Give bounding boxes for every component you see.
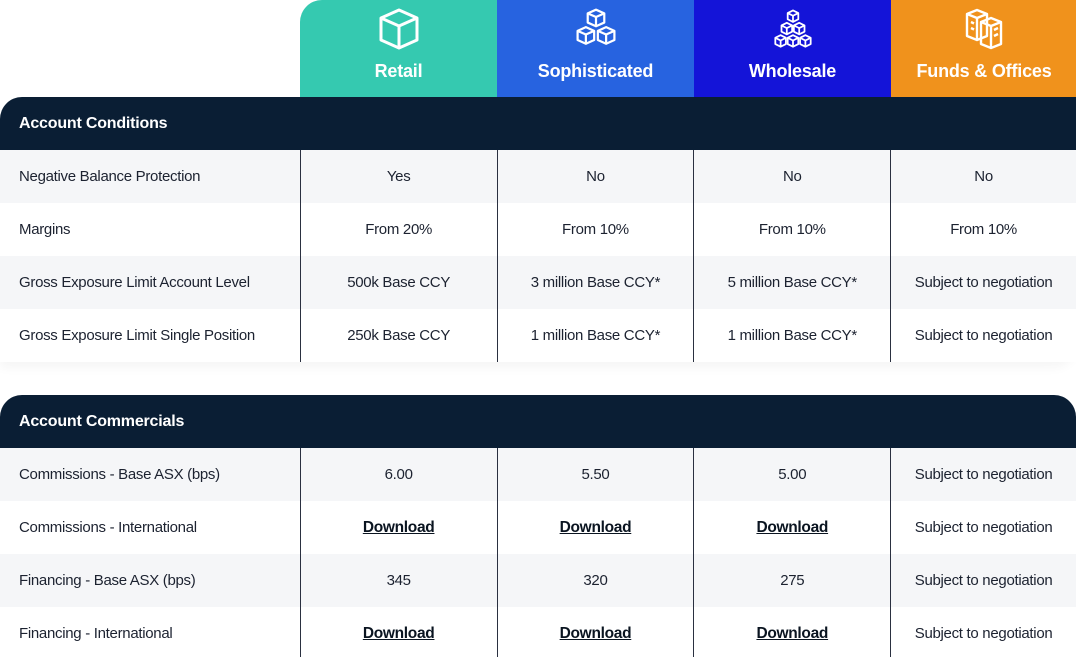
- conditions-table: Negative Balance Protection Yes No No No…: [0, 150, 1076, 362]
- row-label: Gross Exposure Limit Account Level: [19, 274, 250, 291]
- cell-value: From 10%: [693, 203, 890, 256]
- row-label: Commissions - International: [19, 519, 197, 536]
- cell-value: No: [890, 150, 1076, 203]
- table-row: Financing - International Download Downl…: [0, 607, 1076, 657]
- download-link-wholesale[interactable]: Download: [756, 625, 828, 643]
- six-cubes-icon: [770, 6, 816, 52]
- row-label: Commissions - Base ASX (bps): [19, 466, 220, 483]
- row-label: Negative Balance Protection: [19, 168, 201, 185]
- download-link-wholesale[interactable]: Download: [756, 519, 828, 537]
- table-row: Margins From 20% From 10% From 10% From …: [0, 203, 1076, 256]
- building-cubes-icon: [961, 6, 1007, 52]
- table-row: Commissions - Base ASX (bps) 6.00 5.50 5…: [0, 448, 1076, 501]
- cell-value: Subject to negotiation: [890, 607, 1076, 657]
- three-cubes-icon: [573, 6, 619, 52]
- download-link-sophisticated[interactable]: Download: [560, 519, 632, 537]
- cell-value: Subject to negotiation: [890, 309, 1076, 362]
- cell-value: From 10%: [496, 203, 694, 256]
- column-header-label: Retail: [374, 61, 423, 81]
- cell-value: Subject to negotiation: [890, 448, 1076, 501]
- cell-value: Yes: [299, 150, 497, 203]
- cell-value: 275: [693, 554, 890, 607]
- cell-value: 250k Base CCY: [299, 309, 497, 362]
- cell-value: Download: [693, 607, 890, 657]
- cell-value: From 20%: [299, 203, 497, 256]
- cell-value: Subject to negotiation: [890, 256, 1076, 309]
- cell-value: 500k Base CCY: [299, 256, 497, 309]
- cell-value: Download: [496, 501, 694, 554]
- table-row: Commissions - International Download Dow…: [0, 501, 1076, 554]
- single-cube-icon: [376, 6, 422, 52]
- cell-value: Subject to negotiation: [890, 554, 1076, 607]
- column-header-sophisticated: Sophisticated: [497, 0, 694, 97]
- row-label: Margins: [19, 221, 71, 238]
- cell-value: 5.50: [496, 448, 694, 501]
- download-link-sophisticated[interactable]: Download: [560, 625, 632, 643]
- cell-value: 5.00: [693, 448, 890, 501]
- commercials-table: Commissions - Base ASX (bps) 6.00 5.50 5…: [0, 448, 1076, 657]
- row-label: Financing - International: [19, 625, 173, 642]
- cell-value: 6.00: [299, 448, 497, 501]
- section-title: Account Commercials: [0, 395, 1076, 448]
- cell-value: From 10%: [890, 203, 1076, 256]
- table-row: Negative Balance Protection Yes No No No: [0, 150, 1076, 203]
- account-commercials-section: Account Commercials Commissions - Base A…: [0, 395, 1076, 657]
- section-title: Account Conditions: [0, 97, 1076, 150]
- cell-value: 1 million Base CCY*: [496, 309, 694, 362]
- column-header-label: Wholesale: [748, 61, 837, 81]
- cell-value: No: [496, 150, 694, 203]
- cell-value: Download: [496, 607, 694, 657]
- row-label: Financing - Base ASX (bps): [19, 572, 196, 589]
- column-header-retail: Retail: [300, 0, 497, 97]
- cell-value: 1 million Base CCY*: [693, 309, 890, 362]
- column-header-funds-offices: Funds & Offices: [891, 0, 1076, 97]
- download-link-retail[interactable]: Download: [363, 625, 435, 643]
- row-label: Gross Exposure Limit Single Position: [19, 327, 255, 344]
- cell-value: Download: [299, 501, 497, 554]
- column-header-label: Funds & Offices: [916, 61, 1052, 81]
- cell-value: Download: [299, 607, 497, 657]
- cell-value: No: [693, 150, 890, 203]
- cell-value: 3 million Base CCY*: [496, 256, 694, 309]
- cell-value: 320: [496, 554, 694, 607]
- table-row: Gross Exposure Limit Account Level 500k …: [0, 256, 1076, 309]
- cell-value: 5 million Base CCY*: [693, 256, 890, 309]
- column-header-wholesale: Wholesale: [694, 0, 891, 97]
- account-conditions-section: Account Conditions Negative Balance Prot…: [0, 97, 1076, 362]
- cell-value: Subject to negotiation: [890, 501, 1076, 554]
- download-link-retail[interactable]: Download: [363, 519, 435, 537]
- table-row: Financing - Base ASX (bps) 345 320 275 S…: [0, 554, 1076, 607]
- cell-value: 345: [299, 554, 497, 607]
- column-header-label: Sophisticated: [537, 61, 654, 81]
- column-headers: Retail Sophisticated Wholesale Funds & O…: [300, 0, 1076, 97]
- table-row: Gross Exposure Limit Single Position 250…: [0, 309, 1076, 362]
- cell-value: Download: [693, 501, 890, 554]
